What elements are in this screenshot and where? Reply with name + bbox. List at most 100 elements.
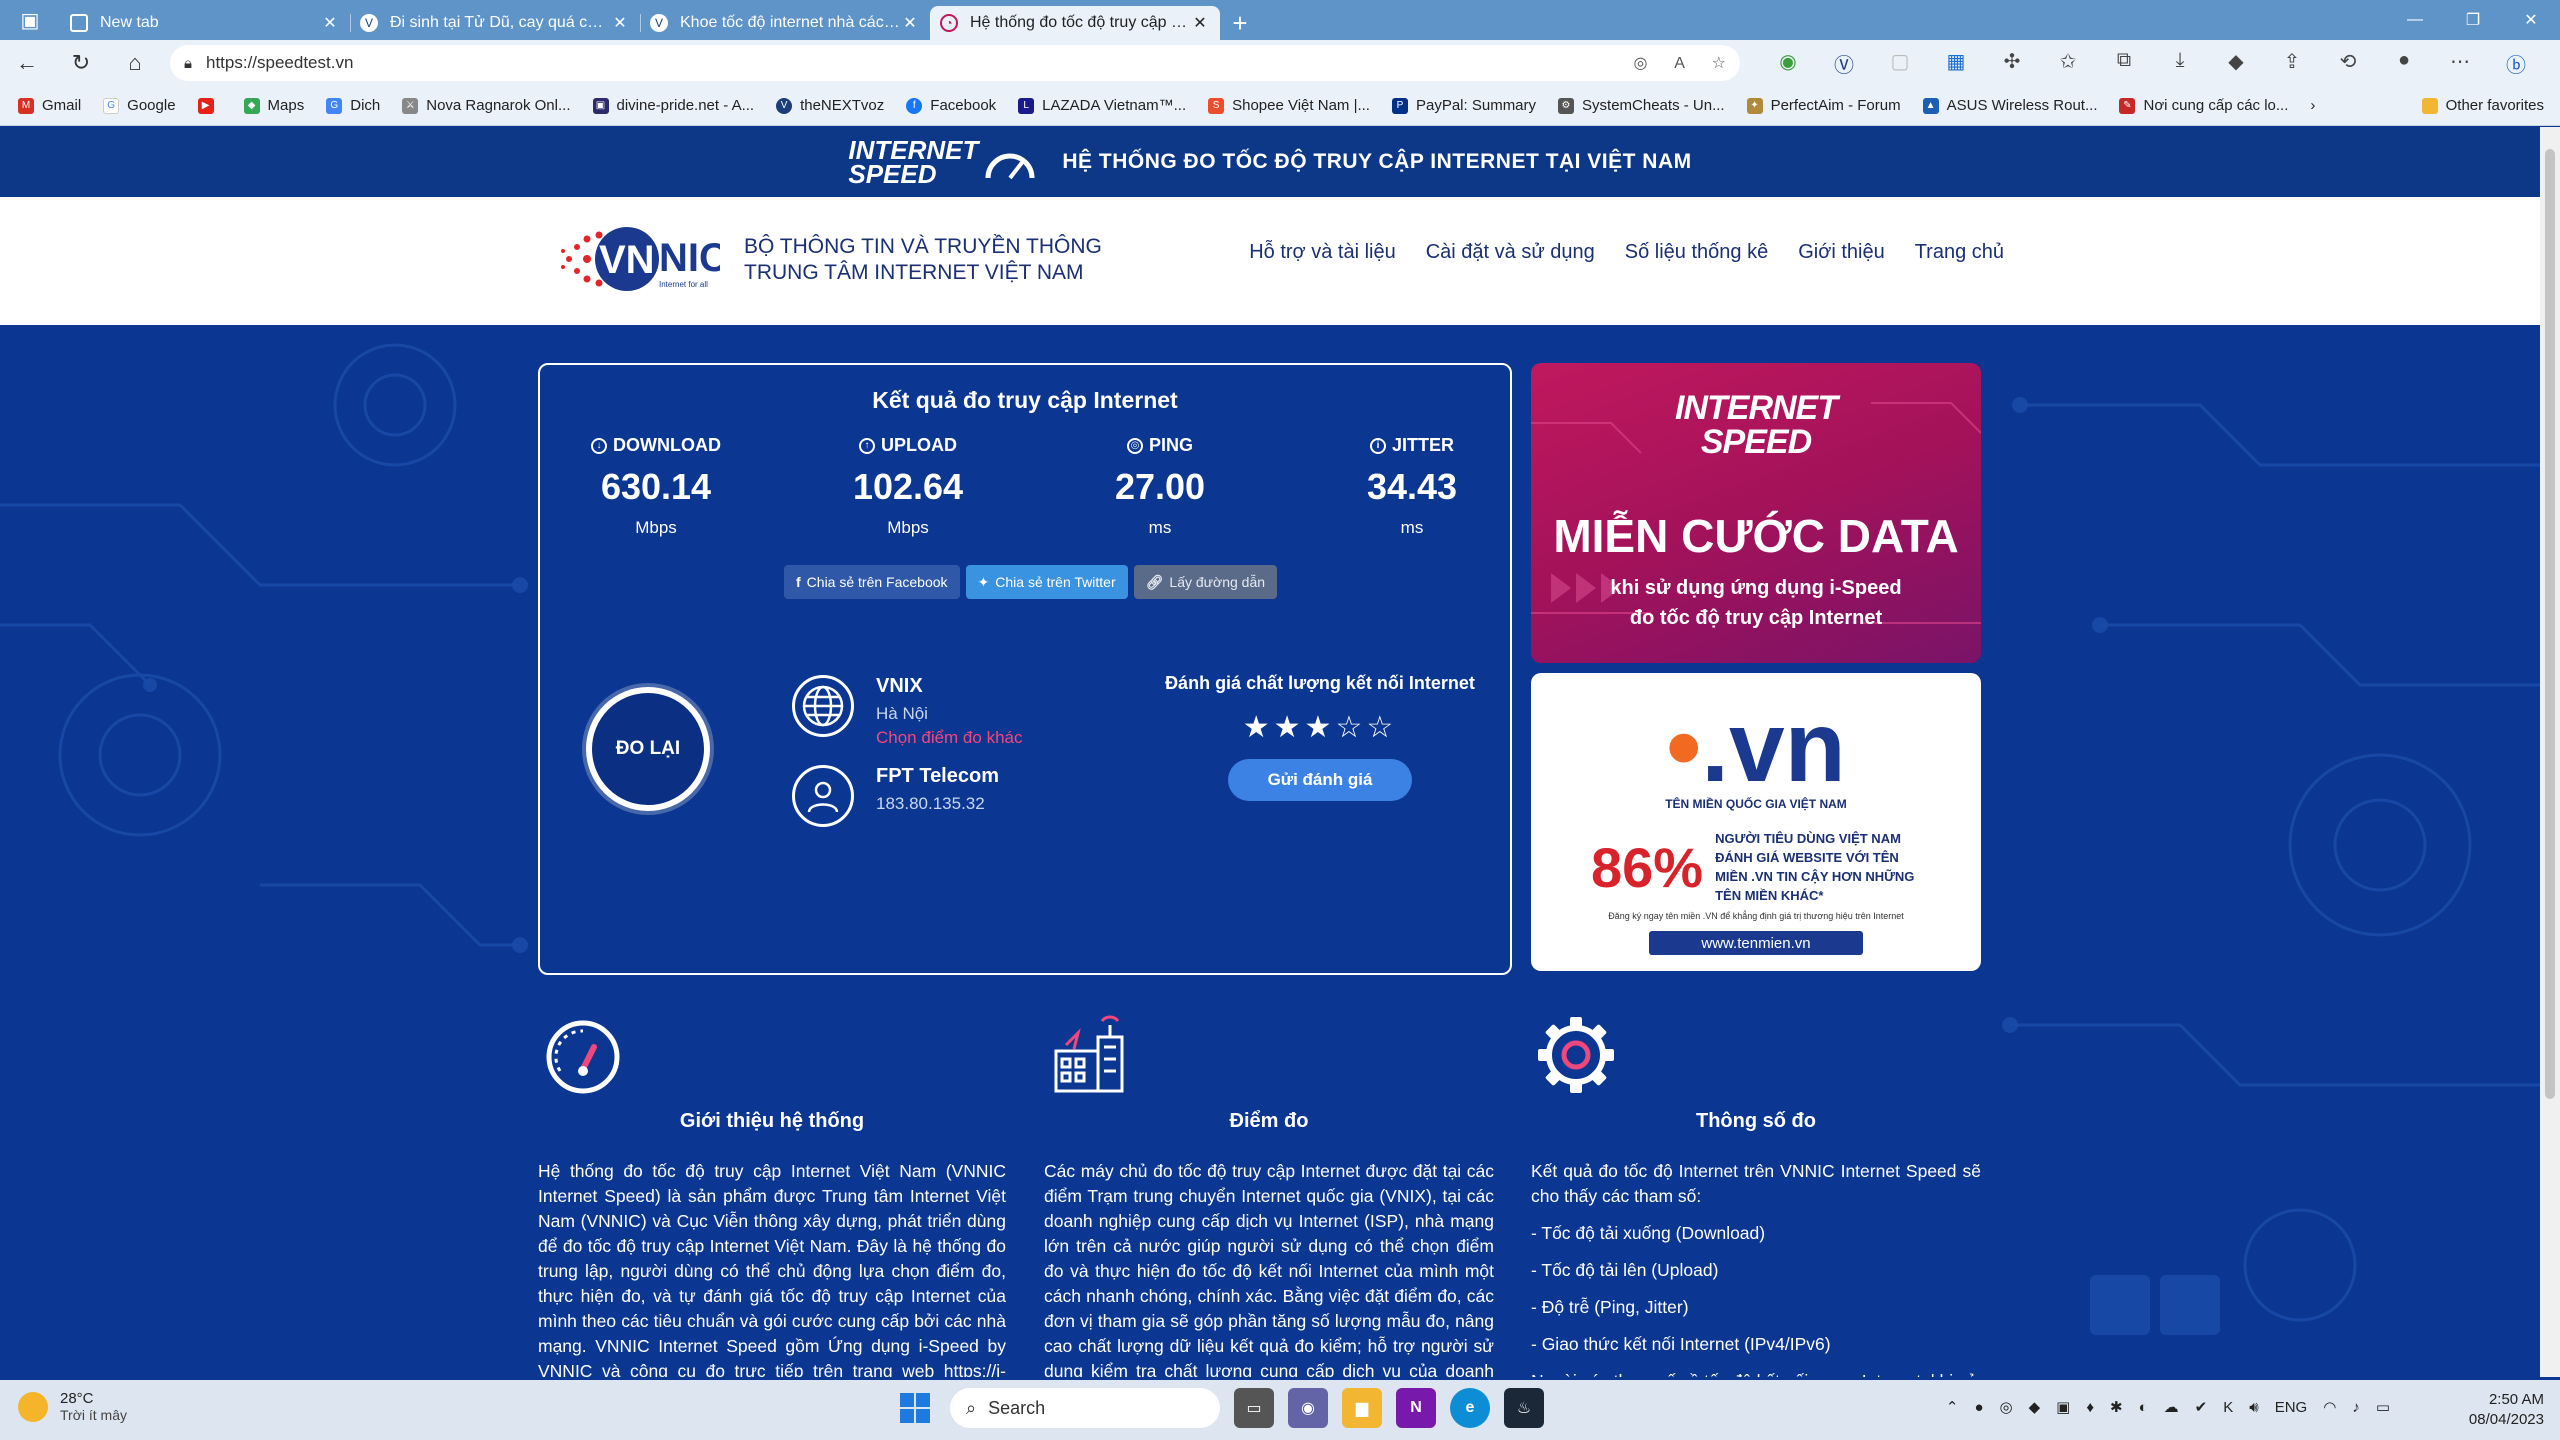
tray-app-icon[interactable]: ● bbox=[1974, 1399, 1983, 1416]
home-icon[interactable]: ⌂ bbox=[108, 50, 162, 76]
new-tab-button[interactable]: + bbox=[1220, 6, 1260, 40]
ad-tenmien-banner[interactable]: •.vn TÊN MIỀN QUỐC GIA VIỆT NAM 86% NGƯỜ… bbox=[1531, 673, 1981, 971]
tab-voz-2[interactable]: V Khoe tốc độ internet nhà các thi ✕ bbox=[640, 6, 930, 40]
bing-copilot-icon[interactable]: ⓑ bbox=[2488, 49, 2544, 78]
tray-app-icon[interactable]: ◎ bbox=[2000, 1398, 2013, 1416]
read-aloud-icon[interactable]: A bbox=[1674, 55, 1685, 72]
minimize-icon[interactable]: — bbox=[2386, 0, 2444, 40]
bookmark-asus[interactable]: ▲ ASUS Wireless Rout... bbox=[1922, 97, 2097, 114]
bookmark-shopee[interactable]: S Shopee Việt Nam |... bbox=[1208, 97, 1370, 114]
star-filled-icon[interactable]: ★ bbox=[1305, 711, 1336, 744]
bookmark-thenextvoz[interactable]: VtheNEXTvoz bbox=[776, 97, 884, 114]
location-icon[interactable]: ◎ bbox=[1634, 55, 1648, 72]
extension-voz-icon[interactable]: Ⓥ bbox=[1816, 49, 1872, 78]
extension-grey-icon[interactable]: ▢ bbox=[1872, 49, 1928, 78]
change-server-link[interactable]: Chọn điểm đo khác bbox=[876, 728, 1022, 748]
share-icon[interactable]: ⇪ bbox=[2264, 49, 2320, 78]
tray-app-icon[interactable]: ♦ bbox=[2086, 1399, 2094, 1416]
page-scrollbar[interactable] bbox=[2540, 127, 2560, 1377]
redo-test-button[interactable]: ĐO LẠI bbox=[586, 687, 710, 811]
rating-stars[interactable]: ★★★☆☆ bbox=[1150, 710, 1490, 745]
copy-link-button[interactable]: 🔗︎ Lấy đường dẫn bbox=[1133, 565, 1278, 599]
edge-icon[interactable]: e bbox=[1450, 1388, 1490, 1428]
bookmark-divine[interactable]: ▣ divine-pride.net - A... bbox=[592, 97, 754, 114]
address-bar[interactable]: 🔒︎ https://speedtest.vn ◎ A ☆ bbox=[170, 45, 1740, 81]
sync-icon[interactable]: ⟲ bbox=[2320, 49, 2376, 78]
more-menu-icon[interactable]: ⋯ bbox=[2432, 49, 2488, 78]
onedrive-icon[interactable]: ☁ bbox=[2164, 1398, 2179, 1416]
battery-icon[interactable]: ▭ bbox=[2376, 1398, 2390, 1416]
extension-globe-icon[interactable]: ◉ bbox=[1760, 49, 1816, 78]
games-icon[interactable]: ◆ bbox=[2208, 49, 2264, 78]
language-indicator[interactable]: ENG bbox=[2275, 1399, 2308, 1416]
tab-actions-icon[interactable]: ▣ bbox=[0, 0, 60, 40]
taskbar-search[interactable]: ⌕ Search bbox=[950, 1388, 1220, 1428]
tray-app-icon[interactable]: K bbox=[2223, 1399, 2233, 1416]
bookmark-paypal[interactable]: P PayPal: Summary bbox=[1391, 97, 1536, 114]
tray-app-icon[interactable]: ▣ bbox=[2056, 1398, 2070, 1416]
teams-chat-icon[interactable]: ◉ bbox=[1288, 1388, 1328, 1428]
ad-ispeed-banner[interactable]: INTERNET SPEED MIỄN CƯỚC DATA khi sử dụn… bbox=[1531, 363, 1981, 663]
bookmark-maps[interactable]: ◆ Maps bbox=[243, 97, 304, 114]
tray-overflow-icon[interactable]: ⌃ bbox=[1946, 1398, 1959, 1416]
bookmark-lazada[interactable]: L LAZADA Vietnam™... bbox=[1018, 97, 1186, 114]
close-window-icon[interactable]: ✕ bbox=[2502, 0, 2560, 40]
share-facebook-button[interactable]: f Chia sẻ trên Facebook bbox=[784, 565, 960, 599]
star-empty-icon[interactable]: ☆ bbox=[1366, 711, 1397, 744]
close-icon[interactable]: ✕ bbox=[610, 13, 630, 33]
vnnic-logo[interactable]: VN NIC Internet for all BỘ THÔNG TIN VÀ … bbox=[555, 225, 1102, 295]
bookmark-google[interactable]: G Google bbox=[103, 97, 176, 114]
tab-new-tab[interactable]: New tab ✕ bbox=[60, 6, 350, 40]
star-filled-icon[interactable]: ★ bbox=[1274, 711, 1305, 744]
volume-icon[interactable]: 🔊︎ bbox=[2249, 1399, 2258, 1416]
bookmark-nova[interactable]: ⚔ Nova Ragnarok Onl... bbox=[402, 97, 571, 114]
bookmark-youtube[interactable]: ▶ bbox=[197, 97, 222, 114]
other-favorites[interactable]: Other favorites bbox=[2421, 97, 2544, 114]
bookmark-systemcheats[interactable]: ⚙ SystemCheats - Un... bbox=[1558, 97, 1725, 114]
share-twitter-button[interactable]: ✦ Chia sẻ trên Twitter bbox=[965, 565, 1128, 599]
favorite-star-icon[interactable]: ☆ bbox=[1712, 55, 1726, 72]
lock-icon[interactable]: 🔒︎ bbox=[184, 55, 192, 72]
send-rating-button[interactable]: Gửi đánh giá bbox=[1228, 759, 1412, 801]
bookmark-noicungcap[interactable]: ✎ Nơi cung cấp các lo... bbox=[2119, 97, 2288, 114]
ad-site-button[interactable]: www.tenmien.vn bbox=[1649, 931, 1863, 955]
nav-gioi-thieu[interactable]: Giới thiệu bbox=[1798, 241, 1884, 264]
restore-icon[interactable]: ❐ bbox=[2444, 0, 2502, 40]
close-icon[interactable]: ✕ bbox=[320, 13, 340, 33]
scrollbar-thumb[interactable] bbox=[2545, 149, 2555, 1099]
start-windows-icon[interactable] bbox=[900, 1393, 930, 1423]
tray-app-icon[interactable]: ◐ bbox=[2139, 1399, 2148, 1416]
bookmark-facebook[interactable]: f Facebook bbox=[906, 97, 996, 114]
nav-ho-tro[interactable]: Hỗ trợ và tài liệu bbox=[1249, 241, 1396, 264]
profile-avatar-icon[interactable]: ● bbox=[2376, 49, 2432, 78]
file-explorer-icon[interactable]: ▆ bbox=[1342, 1388, 1382, 1428]
url-text[interactable]: https://speedtest.vn bbox=[206, 53, 1612, 73]
back-icon[interactable]: ← bbox=[0, 50, 54, 76]
tray-app-icon[interactable]: ◆ bbox=[2029, 1398, 2041, 1416]
star-empty-icon[interactable]: ☆ bbox=[1335, 711, 1366, 744]
extensions-puzzle-icon[interactable]: ✣ bbox=[1984, 49, 2040, 78]
wifi-icon[interactable]: ◠ bbox=[2323, 1398, 2336, 1416]
tray-app-icon[interactable]: ✔ bbox=[2195, 1398, 2208, 1416]
bookmark-dich[interactable]: G Dich bbox=[326, 97, 380, 114]
nav-so-lieu[interactable]: Số liệu thống kê bbox=[1625, 241, 1768, 264]
tray-app-icon[interactable]: ✱ bbox=[2110, 1398, 2123, 1416]
tab-voz-1[interactable]: V Đi sinh tại Tử Dũ, cay quá các th ✕ bbox=[350, 6, 640, 40]
taskbar-clock[interactable]: 2:50 AM 08/04/2023 bbox=[2469, 1390, 2544, 1430]
close-icon[interactable]: ✕ bbox=[1190, 13, 1210, 33]
favorites-icon[interactable]: ✩ bbox=[2040, 49, 2096, 78]
close-icon[interactable]: ✕ bbox=[900, 13, 920, 33]
nav-trang-chu[interactable]: Trang chủ bbox=[1915, 241, 2004, 264]
weather-widget[interactable]: 28°C Trời ít mây bbox=[18, 1390, 127, 1423]
collections-icon[interactable]: ⧉ bbox=[2096, 49, 2152, 78]
refresh-icon[interactable]: ↻ bbox=[54, 50, 108, 76]
extension-grid-icon[interactable]: ▦ bbox=[1928, 49, 1984, 78]
bookmark-gmail[interactable]: M Gmail bbox=[18, 97, 81, 114]
speaker-icon[interactable]: ♪ bbox=[2352, 1399, 2360, 1416]
nav-cai-dat[interactable]: Cài đặt và sử dụng bbox=[1426, 241, 1595, 264]
internet-speed-logo[interactable]: INTERNET SPEED bbox=[848, 137, 978, 187]
task-view-icon[interactable]: ▭ bbox=[1234, 1388, 1274, 1428]
bookmarks-overflow-icon[interactable]: › bbox=[2310, 97, 2315, 114]
tab-speedtest[interactable]: ◔ Hệ thống đo tốc độ truy cập Inte ✕ bbox=[930, 6, 1220, 40]
bookmark-perfectaim[interactable]: ✦ PerfectAim - Forum bbox=[1746, 97, 1901, 114]
